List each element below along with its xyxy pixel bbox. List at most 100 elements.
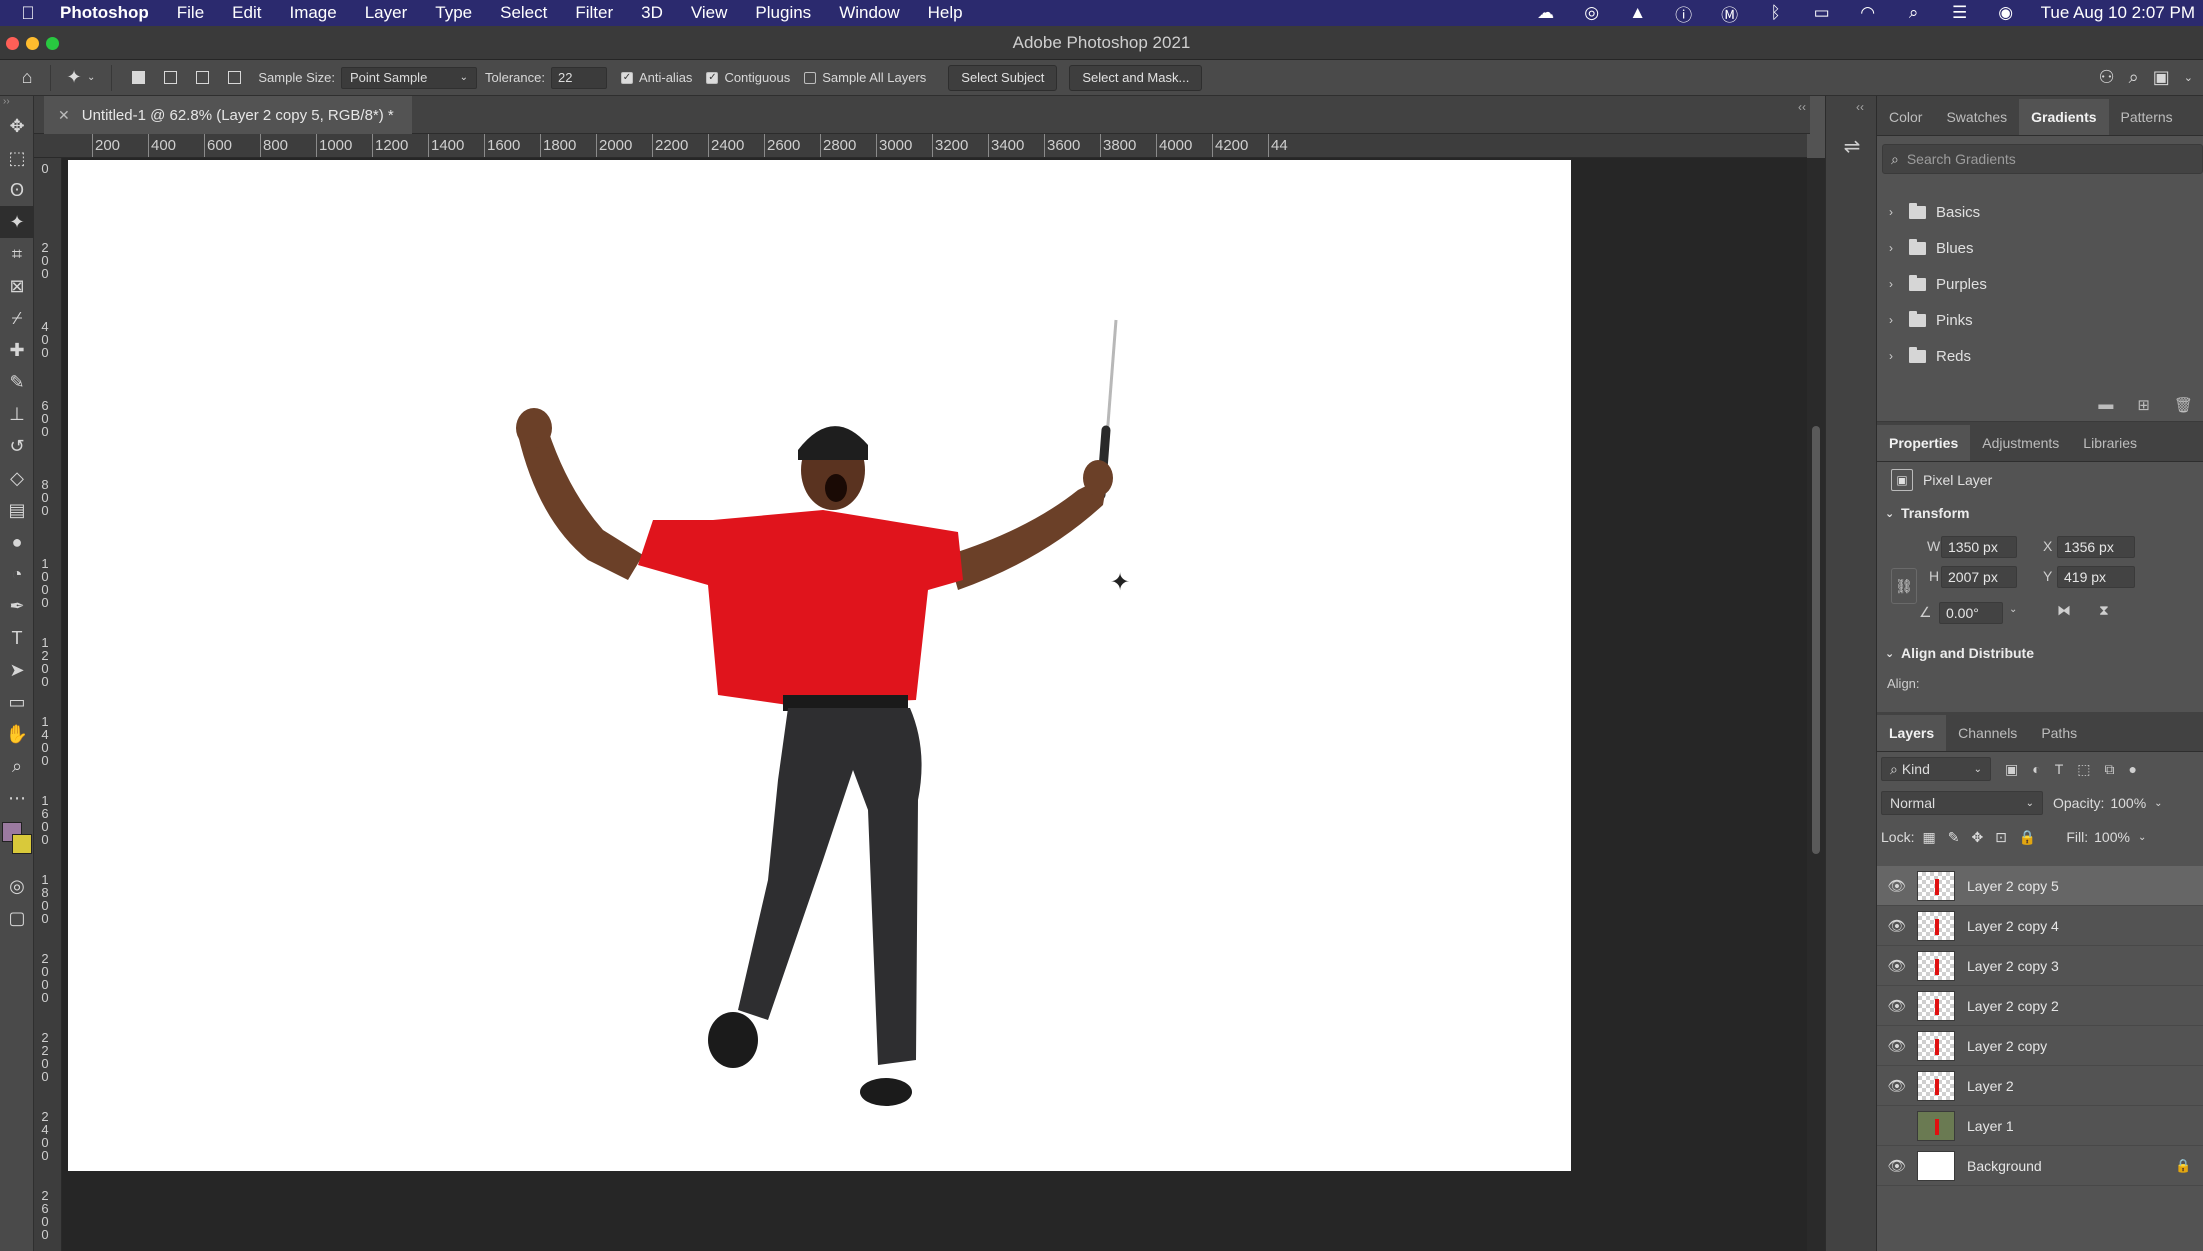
- eye-visibility-icon[interactable]: 👁: [1877, 1077, 1917, 1095]
- document-canvas[interactable]: [68, 160, 1571, 1171]
- filter-type-icon[interactable]: T: [2055, 761, 2064, 778]
- lock-image-icon[interactable]: ✎: [1948, 829, 1960, 846]
- color-swatches[interactable]: [0, 814, 34, 870]
- menu-3d[interactable]: 3D: [627, 3, 677, 23]
- menu-view[interactable]: View: [677, 3, 742, 23]
- height-input[interactable]: 2007 px: [1941, 566, 2017, 588]
- sample-all-layers-checkbox[interactable]: Sample All Layers: [804, 70, 926, 85]
- onepassword-icon[interactable]: ⓘ: [1661, 1, 1707, 26]
- flip-horizontal-icon[interactable]: ⧓: [2057, 602, 2071, 619]
- lock-artboard-icon[interactable]: ⊡: [1995, 829, 2007, 846]
- chevron-down-icon[interactable]: ⌄: [87, 72, 95, 83]
- pen-tool-icon[interactable]: ✒: [0, 590, 34, 622]
- document-tab[interactable]: ✕ Untitled-1 @ 62.8% (Layer 2 copy 5, RG…: [44, 96, 412, 134]
- chevron-down-icon[interactable]: ⌄: [2009, 604, 2017, 615]
- quick-mask-icon[interactable]: ◎: [0, 870, 34, 902]
- tab-properties[interactable]: Properties: [1877, 425, 1971, 461]
- layer-row[interactable]: 👁 Layer 2 copy 5: [1877, 866, 2203, 906]
- wifi-icon[interactable]: ◠: [1845, 3, 1891, 23]
- rectangle-tool-icon[interactable]: ▭: [0, 686, 34, 718]
- lock-transparent-icon[interactable]: ▦: [1922, 829, 1935, 846]
- close-window-button[interactable]: [6, 37, 19, 50]
- opacity-input[interactable]: 100%: [2110, 795, 2146, 811]
- path-selection-tool-icon[interactable]: ➤: [0, 654, 34, 686]
- layer-row[interactable]: 👁 Layer 2 copy 3: [1877, 946, 2203, 986]
- layer-thumbnail[interactable]: [1917, 990, 1955, 1021]
- gradient-folder-basics[interactable]: › Basics: [1877, 194, 2203, 230]
- menu-app-photoshop[interactable]: Photoshop: [56, 3, 163, 23]
- collapse-panels-icon[interactable]: ‹‹: [1798, 100, 1806, 114]
- eye-visibility-icon[interactable]: 👁: [1877, 997, 1917, 1015]
- layer-lock-icon[interactable]: 🔒: [2175, 1158, 2203, 1174]
- zoom-window-button[interactable]: [46, 37, 59, 50]
- spotlight-search-icon[interactable]: ⌕: [1891, 3, 1937, 23]
- fill-input[interactable]: 100%: [2094, 829, 2130, 845]
- tab-swatches[interactable]: Swatches: [1934, 99, 2019, 135]
- sample-size-select[interactable]: Point Sample ⌄: [340, 66, 477, 89]
- filter-smart-object-icon[interactable]: ⧉: [2105, 761, 2115, 778]
- history-brush-tool-icon[interactable]: ↺: [0, 430, 34, 462]
- eye-visibility-icon[interactable]: 👁: [1877, 877, 1917, 895]
- hand-tool-icon[interactable]: ✋: [0, 718, 34, 750]
- collapse-dock-icon[interactable]: ‹‹: [1856, 100, 1864, 114]
- eye-visibility-icon[interactable]: 👁: [1877, 1037, 1917, 1055]
- type-tool-icon[interactable]: T: [0, 622, 34, 654]
- tab-color[interactable]: Color: [1877, 99, 1934, 135]
- chevron-down-icon[interactable]: ⌄: [2138, 832, 2146, 843]
- menu-help[interactable]: Help: [914, 3, 977, 23]
- crop-tool-icon[interactable]: ⌗: [0, 238, 34, 270]
- trash-icon[interactable]: 🗑: [2174, 396, 2193, 414]
- menu-layer[interactable]: Layer: [351, 3, 422, 23]
- frame-tool-icon[interactable]: ⊠: [0, 270, 34, 302]
- lock-all-icon[interactable]: 🔒: [2019, 829, 2036, 846]
- gradient-folder-purples[interactable]: › Purples: [1877, 266, 2203, 302]
- contiguous-checkbox[interactable]: ✓ Contiguous: [706, 70, 790, 85]
- move-tool-icon[interactable]: ✥: [0, 110, 34, 142]
- filter-adjustment-icon[interactable]: ◐: [2032, 761, 2040, 778]
- expand-toolbar-icon[interactable]: ››: [0, 96, 33, 110]
- eye-visibility-icon[interactable]: 👁: [1877, 957, 1917, 975]
- menu-select[interactable]: Select: [486, 3, 561, 23]
- search-gradients-input[interactable]: ⌕ Search Gradients: [1882, 144, 2203, 174]
- menu-type[interactable]: Type: [421, 3, 486, 23]
- anti-alias-checkbox[interactable]: ✓ Anti-alias: [620, 70, 692, 85]
- blend-mode-select[interactable]: Normal ⌄: [1881, 791, 2043, 815]
- workspace-icon[interactable]: ▣: [2153, 67, 2170, 88]
- menu-file[interactable]: File: [163, 3, 218, 23]
- drive-icon[interactable]: ▲: [1615, 3, 1661, 23]
- gradient-folder-blues[interactable]: › Blues: [1877, 230, 2203, 266]
- layer-row[interactable]: 👁 Layer 2 copy 2: [1877, 986, 2203, 1026]
- layer-row[interactable]: 👁 Layer 2 copy 4: [1877, 906, 2203, 946]
- close-tab-icon[interactable]: ✕: [58, 107, 70, 124]
- menu-clock[interactable]: Tue Aug 10 2:07 PM: [2029, 3, 2203, 23]
- filter-toggle-icon[interactable]: ●: [2129, 761, 2137, 778]
- layer-thumbnail[interactable]: [1917, 1110, 1955, 1141]
- layer-thumbnail[interactable]: [1917, 870, 1955, 901]
- tolerance-input[interactable]: 22: [550, 66, 607, 89]
- background-color-swatch[interactable]: [12, 834, 32, 854]
- add-to-selection-icon[interactable]: [160, 68, 180, 88]
- layer-row[interactable]: 👁 Background 🔒: [1877, 1146, 2203, 1186]
- menu-plugins[interactable]: Plugins: [741, 3, 825, 23]
- select-and-mask-button[interactable]: Select and Mask...: [1069, 64, 1203, 91]
- canvas-area[interactable]: ✦: [62, 158, 1807, 1251]
- gradient-tool-icon[interactable]: ▤: [0, 494, 34, 526]
- lock-position-icon[interactable]: ✥: [1971, 829, 1983, 846]
- layer-thumbnail[interactable]: [1917, 1070, 1955, 1101]
- zoom-tool-icon[interactable]: ⌕: [0, 750, 34, 782]
- chevron-down-icon[interactable]: ⌄: [2184, 71, 2193, 84]
- magic-wand-tool-icon[interactable]: ✦: [0, 206, 34, 238]
- layer-thumbnail[interactable]: [1917, 950, 1955, 981]
- gradient-folder-reds[interactable]: › Reds: [1877, 338, 2203, 374]
- eraser-tool-icon[interactable]: ◇: [0, 462, 34, 494]
- layer-thumbnail[interactable]: [1917, 910, 1955, 941]
- tab-libraries[interactable]: Libraries: [2071, 425, 2149, 461]
- eye-visibility-icon[interactable]: 👁: [1877, 917, 1917, 935]
- new-selection-icon[interactable]: [128, 68, 148, 88]
- creative-cloud-icon[interactable]: ◎: [1569, 3, 1615, 23]
- dodge-tool-icon[interactable]: ◔: [0, 558, 34, 590]
- bluetooth-icon[interactable]: ᛒ: [1753, 3, 1799, 23]
- brush-tool-icon[interactable]: ✎: [0, 366, 34, 398]
- flip-vertical-icon[interactable]: ⧗: [2099, 602, 2109, 619]
- screen-mode-icon[interactable]: ▢: [0, 902, 34, 934]
